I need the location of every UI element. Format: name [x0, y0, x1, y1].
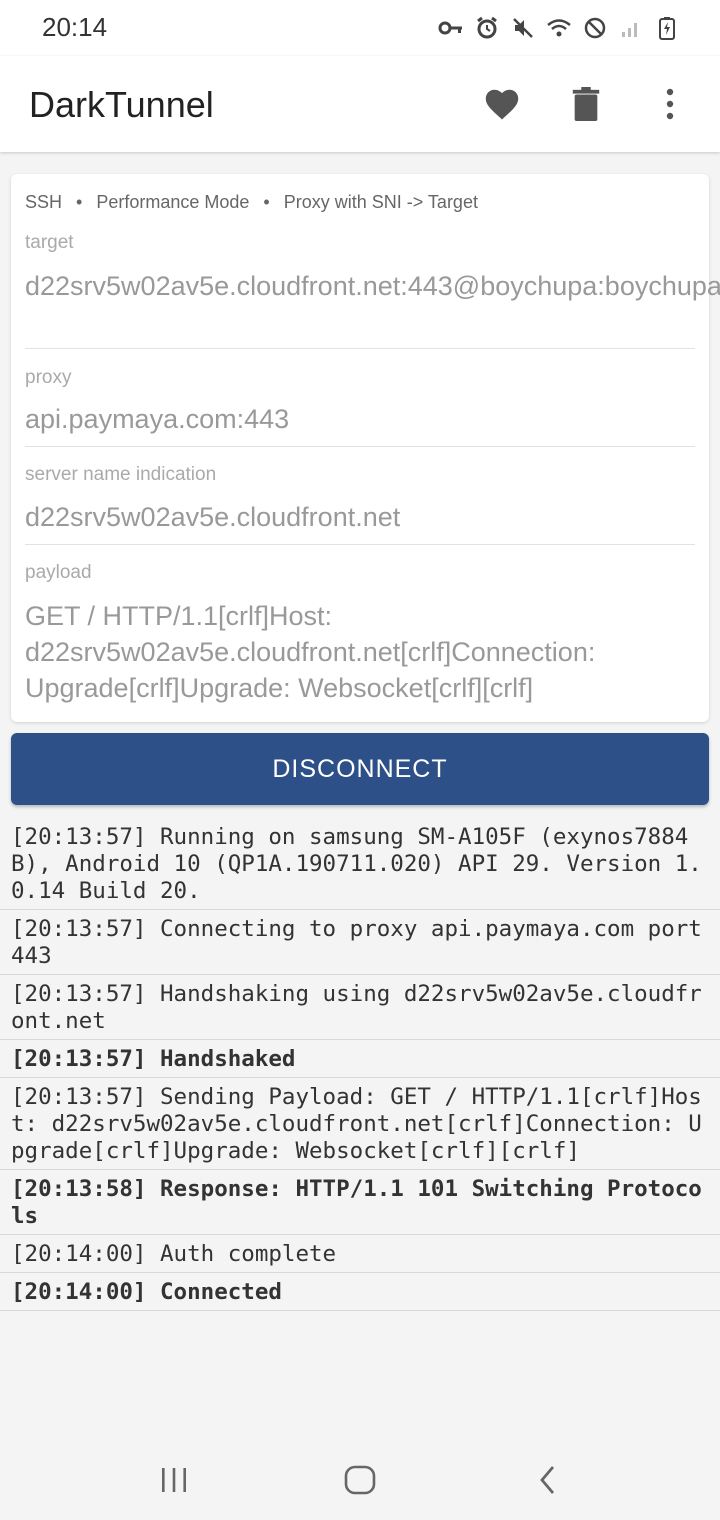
crumb-mode: Performance Mode	[96, 192, 250, 212]
recents-button[interactable]	[154, 1460, 194, 1500]
favorite-button[interactable]	[482, 84, 522, 124]
trash-icon	[572, 87, 600, 121]
config-card[interactable]: SSH • Performance Mode • Proxy with SNI -> T…	[11, 174, 720, 722]
crumb-method: Proxy with SNI -> Target	[283, 192, 478, 212]
alarm-icon	[474, 15, 500, 41]
crumb-separator: •	[263, 192, 270, 212]
connection-log: [20:13:57] Running on samsung SM-A105F (…	[0, 818, 720, 1311]
crumb-separator: •	[76, 192, 83, 212]
key-icon	[438, 15, 464, 41]
app-bar: DarkTunnel	[0, 56, 720, 152]
payload-value: GET / HTTP/1.1[crlf]Host: d22srv5w02av5e…	[25, 601, 596, 703]
delete-button[interactable]	[566, 84, 606, 124]
status-time: 20:14	[42, 12, 108, 42]
dnd-icon	[582, 15, 608, 41]
payload-label: payload	[25, 562, 92, 583]
sni-value: d22srv5w02av5e.cloudfront.net	[25, 502, 401, 532]
mode-breadcrumb: SSH • Performance Mode • Proxy with SNI -> T…	[25, 192, 478, 213]
divider	[25, 348, 695, 349]
signal-icon	[618, 15, 644, 41]
log-entry: [20:14:00] Connected	[0, 1273, 720, 1311]
proxy-value: api.paymaya.com:443	[25, 404, 290, 434]
home-button[interactable]	[340, 1460, 380, 1500]
more-vert-icon	[666, 88, 674, 120]
crumb-protocol: SSH	[25, 192, 63, 212]
status-bar: 20:14	[0, 0, 720, 56]
log-entry: [20:13:57] Running on samsung SM-A105F (…	[0, 818, 720, 910]
log-entry: [20:13:57] Sending Payload: GET / HTTP/1…	[0, 1078, 720, 1170]
target-value: d22srv5w02av5e.cloudfront.net:443@boychu…	[25, 271, 720, 301]
sni-label: server name indication	[25, 464, 217, 485]
log-entry: [20:13:58] Response: HTTP/1.1 101 Switch…	[0, 1170, 720, 1235]
more-options-button[interactable]	[650, 84, 690, 124]
target-label: target	[25, 232, 74, 253]
disconnect-button[interactable]: DISCONNECT	[11, 733, 709, 805]
log-entry: [20:14:00] Auth complete	[0, 1235, 720, 1273]
recents-icon	[162, 1468, 186, 1492]
log-entry: [20:13:57] Connecting to proxy api.payma…	[0, 910, 720, 975]
divider	[25, 446, 695, 447]
mute-icon	[510, 15, 536, 41]
battery-icon	[654, 15, 680, 41]
log-entry: [20:13:57] Handshaked	[0, 1040, 720, 1078]
back-button[interactable]	[528, 1460, 568, 1500]
app-bar-actions	[438, 84, 690, 124]
app-title: DarkTunnel	[29, 84, 214, 125]
home-icon	[344, 1465, 376, 1495]
back-icon	[540, 1466, 555, 1494]
divider	[25, 544, 695, 545]
wifi-icon	[546, 15, 572, 41]
system-nav-bar	[0, 1440, 720, 1520]
proxy-label: proxy	[25, 367, 72, 388]
log-entry: [20:13:57] Handshaking using d22srv5w02a…	[0, 975, 720, 1040]
status-icons	[438, 14, 680, 42]
heart-icon	[485, 89, 519, 120]
